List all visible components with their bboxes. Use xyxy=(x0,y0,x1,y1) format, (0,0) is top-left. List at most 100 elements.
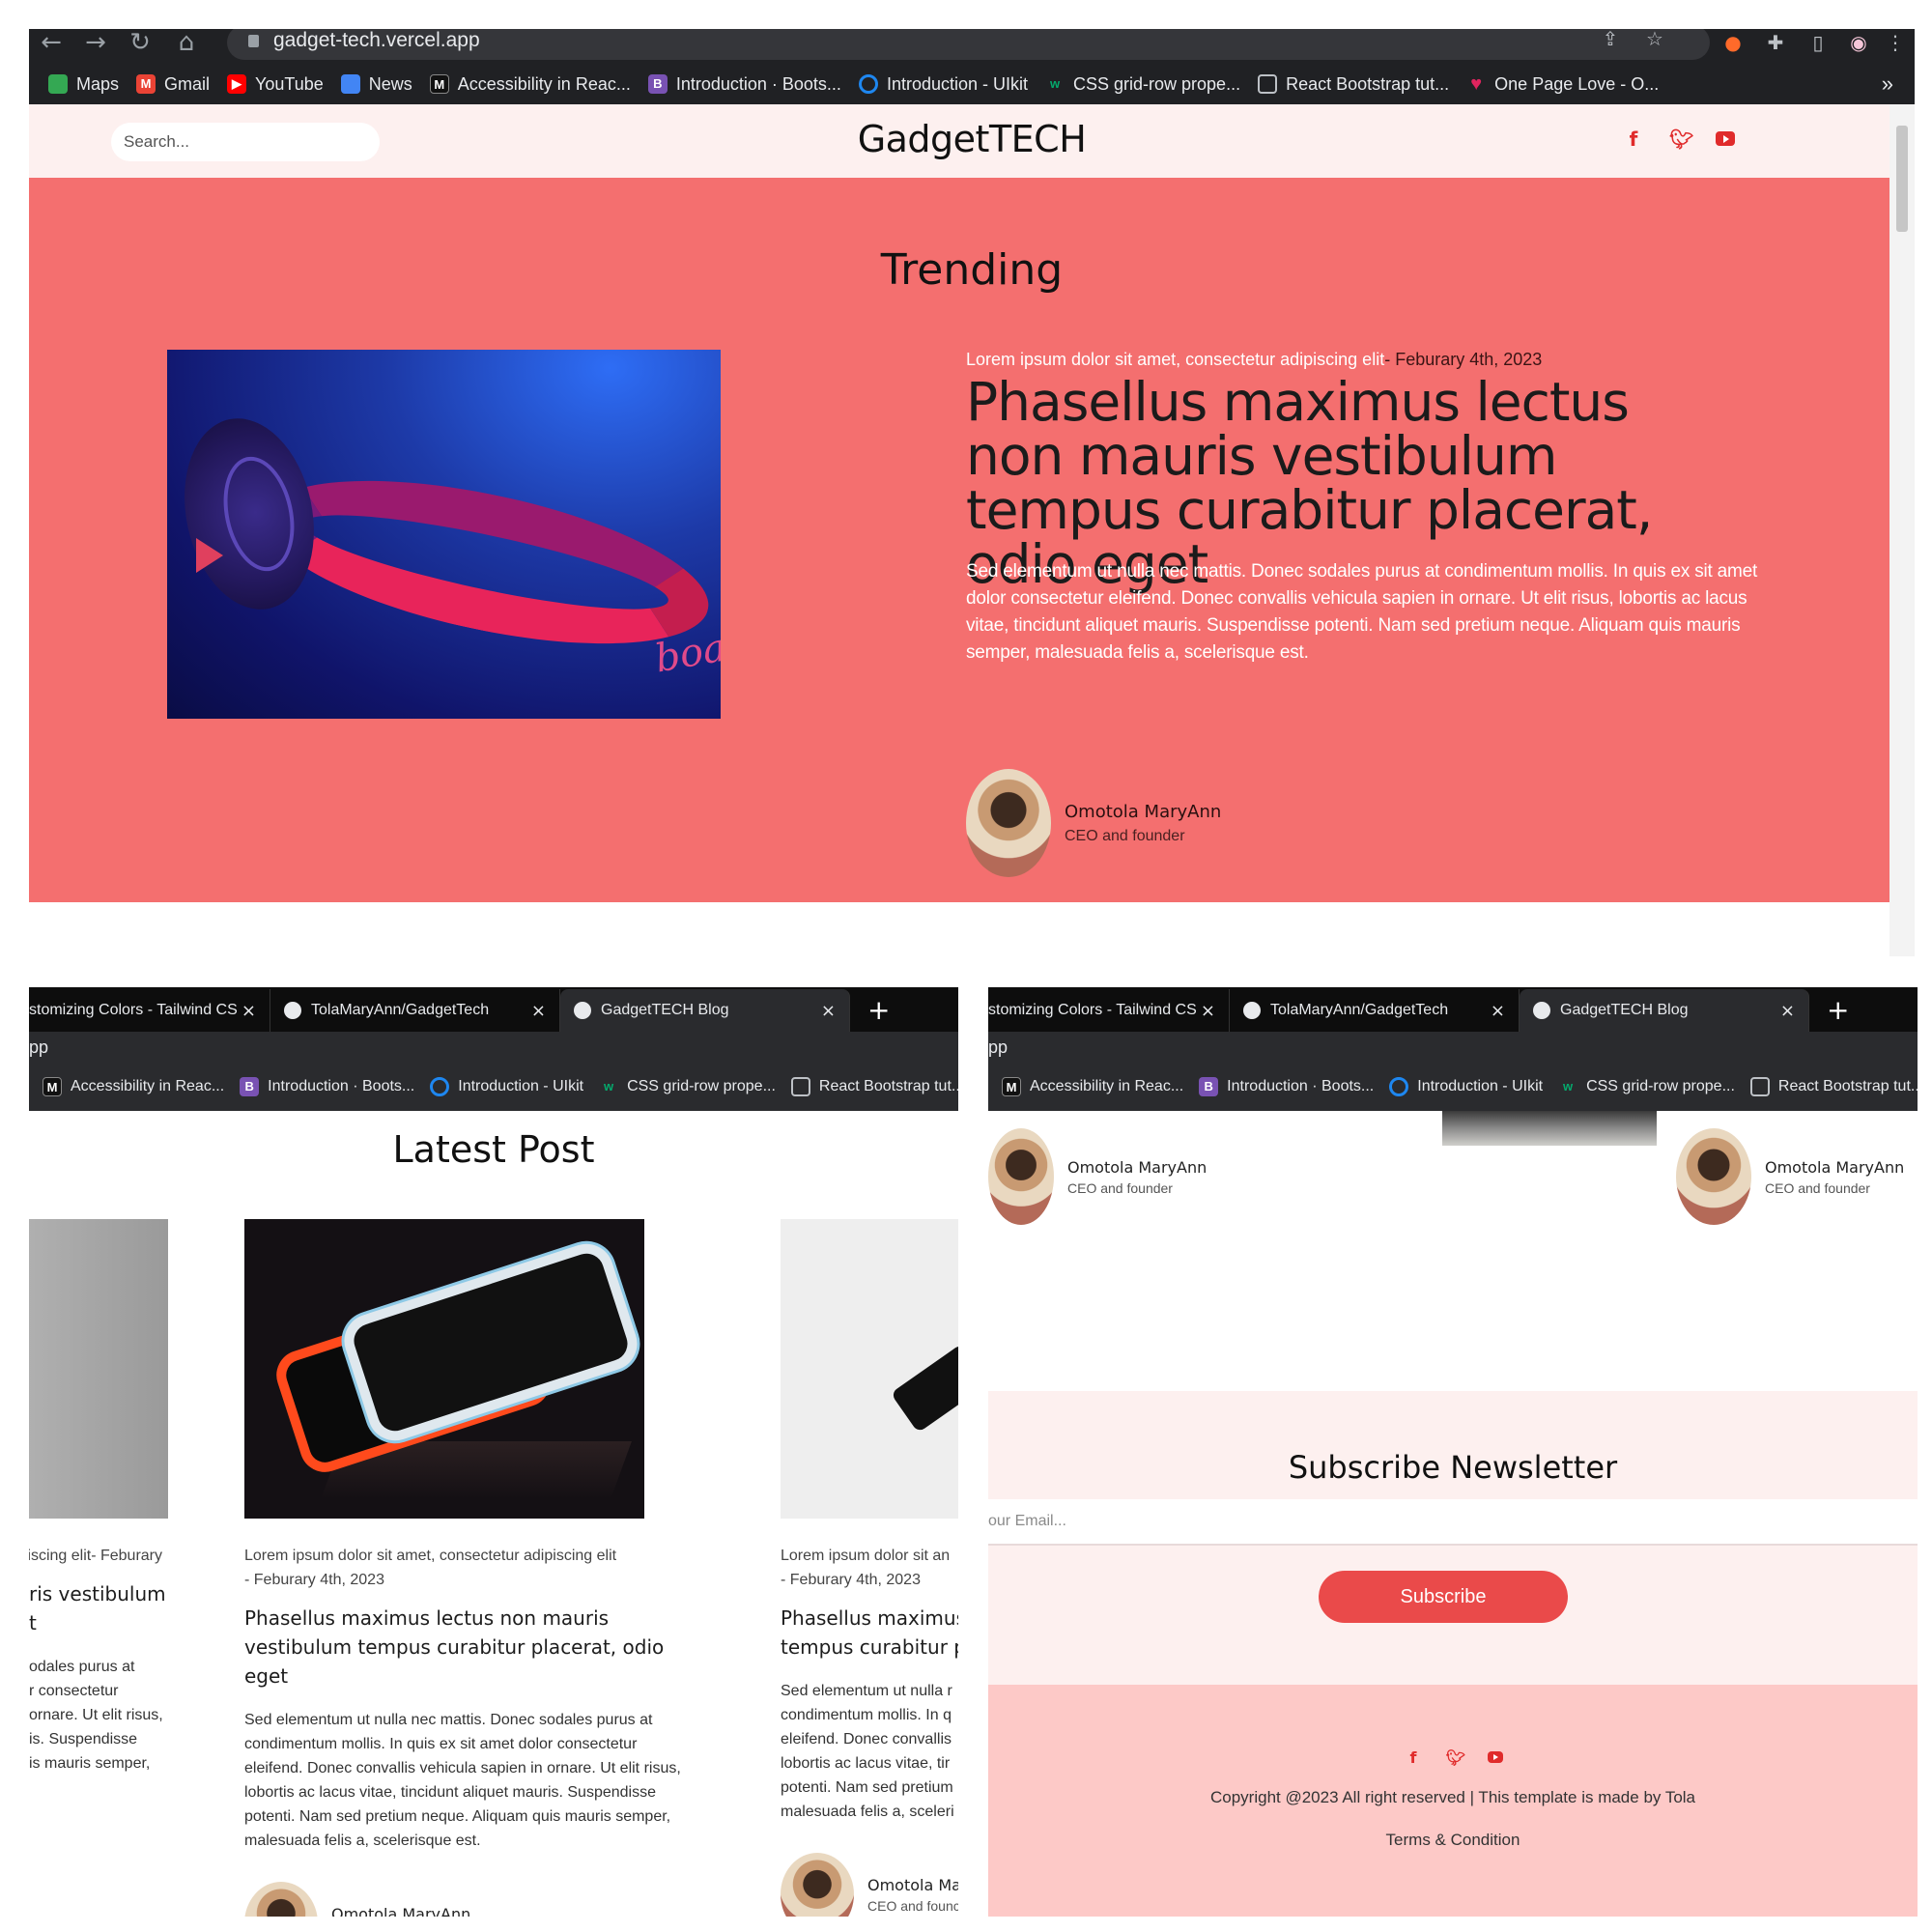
site-header: GadgetTECH f 🐦︎ xyxy=(29,104,1915,178)
bookmark-bootstrap[interactable]: B Introduction · Boots... xyxy=(240,1077,414,1096)
post-title[interactable]: ris vestibulum t xyxy=(29,1579,213,1637)
forward-icon[interactable]: → xyxy=(83,30,108,56)
play-logo-icon xyxy=(196,538,223,573)
extensions-puzzle-icon[interactable]: ✚ xyxy=(1764,31,1787,54)
close-icon[interactable]: × xyxy=(242,1001,256,1021)
address-bar[interactable]: gadget-tech.vercel.app ⇪ ☆ xyxy=(227,29,1710,60)
tab-strip: stomizing Colors - Tailwind CS × TolaMary… xyxy=(29,987,958,1032)
bookmark-accessibility[interactable]: M Accessibility in Reac... xyxy=(43,1077,224,1096)
bookmark-accessibility[interactable]: M Accessibility in Reac... xyxy=(1002,1077,1183,1096)
bookmark-label: One Page Love - O... xyxy=(1494,73,1660,94)
tab-gadgettech-blog[interactable]: GadgetTECH Blog × xyxy=(560,989,850,1032)
close-icon[interactable]: × xyxy=(531,1001,546,1021)
bookmark-news[interactable]: News xyxy=(340,74,412,95)
bookmark-label: Introduction · Boots... xyxy=(268,1078,415,1094)
scrollbar-thumb[interactable] xyxy=(1896,126,1908,232)
bookmark-youtube[interactable]: ▶ YouTube xyxy=(227,74,324,95)
twitter-icon[interactable]: 🐦︎ xyxy=(1669,128,1693,151)
back-icon[interactable]: ← xyxy=(39,30,64,56)
bookmarks-overflow-button[interactable]: » xyxy=(1882,71,1893,97)
terms-link[interactable]: Terms & Condition xyxy=(988,1831,1918,1850)
bookmark-bootstrap[interactable]: B Introduction · Boots... xyxy=(647,74,841,95)
page-icon xyxy=(1749,1077,1770,1096)
bookmark-bootstrap[interactable]: B Introduction · Boots... xyxy=(1199,1077,1374,1096)
menu-kebab-icon[interactable]: ⋮ xyxy=(1884,31,1907,54)
url-row: ← → ↻ ⌂ gadget-tech.vercel.app ⇪ ☆ ● ✚ ▯… xyxy=(29,29,1915,64)
tab-gadgettech-blog[interactable]: GadgetTECH Blog × xyxy=(1520,989,1809,1032)
youtube-icon[interactable] xyxy=(1488,1751,1503,1763)
tab-tailwind[interactable]: stomizing Colors - Tailwind CS × xyxy=(29,989,270,1032)
post-meta: Lorem ipsum dolor sit an - Feburary 4th,… xyxy=(781,1544,958,1592)
post-body: Sed elementum ut nulla r condimentum mol… xyxy=(781,1679,958,1824)
youtube-icon: ▶ xyxy=(227,74,247,94)
bookmark-react-bootstrap[interactable]: React Bootstrap tut... xyxy=(1749,1077,1918,1096)
url-text: gadget-tech.vercel.app xyxy=(273,29,480,51)
subscribe-button[interactable]: Subscribe xyxy=(1319,1571,1568,1623)
post-image-peek[interactable] xyxy=(1442,1111,1657,1146)
close-icon[interactable]: × xyxy=(1491,1001,1505,1021)
post-image-phones[interactable] xyxy=(244,1219,644,1519)
share-icon[interactable]: ⇪ xyxy=(1599,29,1622,50)
page-scrollbar[interactable] xyxy=(1889,104,1915,956)
close-icon[interactable]: × xyxy=(1780,1001,1795,1021)
author-role: CEO and founder xyxy=(1765,1179,1870,1196)
close-icon[interactable]: × xyxy=(1201,1001,1215,1021)
post-card[interactable]: Lorem ipsum dolor sit amet, consectetur … xyxy=(244,1219,689,1917)
bootstrap-icon: B xyxy=(647,74,668,94)
post-title[interactable]: Phasellus maximus tempus curabitur pl xyxy=(781,1604,958,1662)
address-bar-fragment[interactable]: pp xyxy=(29,1032,958,1063)
headphone-band-shape xyxy=(249,448,721,676)
bookmark-one-page-love[interactable]: ♥ One Page Love - O... xyxy=(1466,74,1659,95)
bookmark-css-grid[interactable]: w CSS grid-row prope... xyxy=(1558,1077,1735,1096)
bookmark-react-bootstrap[interactable]: React Bootstrap tut... xyxy=(1258,74,1449,95)
post-title[interactable]: Phasellus maximus lectus non mauris vest… xyxy=(244,1604,689,1690)
tab-github[interactable]: TolaMaryAnn/GadgetTech × xyxy=(270,989,560,1032)
bookmark-label: Accessibility in Reac... xyxy=(1030,1078,1184,1094)
bookmark-maps[interactable]: Maps xyxy=(48,74,119,95)
bookmark-uikit[interactable]: Introduction - UIkit xyxy=(1389,1077,1543,1096)
new-tab-button[interactable]: + xyxy=(850,989,890,1032)
youtube-icon[interactable] xyxy=(1716,131,1735,146)
post-card-left-peek[interactable]: piscing elit- Feburary ris vestibulum t o… xyxy=(29,1219,213,1776)
post-card-right-peek[interactable]: Lorem ipsum dolor sit an - Feburary 4th,… xyxy=(781,1219,958,1917)
profile-avatar-icon[interactable]: ◉ xyxy=(1847,31,1870,54)
new-tab-button[interactable]: + xyxy=(1809,989,1849,1032)
address-bar-fragment[interactable]: pp xyxy=(988,1032,1918,1063)
post-meta-text: Lorem ipsum dolor sit an xyxy=(781,1548,951,1564)
trending-headphones-image[interactable]: boat xyxy=(167,350,721,719)
tab-github[interactable]: TolaMaryAnn/GadgetTech × xyxy=(1230,989,1520,1032)
facebook-icon[interactable]: f xyxy=(1623,128,1644,151)
bookmark-label: React Bootstrap tut... xyxy=(818,1078,958,1094)
twitter-icon[interactable]: 🐦︎ xyxy=(1445,1748,1466,1767)
tab-label: TolaMaryAnn/GadgetTech xyxy=(1270,1002,1449,1018)
trending-author: Omotola MaryAnn CEO and founder xyxy=(966,769,1221,877)
uikit-icon xyxy=(430,1077,450,1096)
bookmark-uikit[interactable]: Introduction - UIkit xyxy=(858,74,1028,95)
post-image[interactable] xyxy=(781,1219,958,1519)
author-name: Omotola MaryAnn xyxy=(331,1904,471,1918)
reload-icon[interactable]: ↻ xyxy=(128,30,153,56)
bookmark-uikit[interactable]: Introduction - UIkit xyxy=(430,1077,583,1096)
bookmark-css-grid[interactable]: w CSS grid-row prope... xyxy=(599,1077,776,1096)
bookmark-css-grid[interactable]: w CSS grid-row prope... xyxy=(1045,74,1240,95)
post-image[interactable] xyxy=(29,1219,168,1519)
home-icon[interactable]: ⌂ xyxy=(174,30,199,56)
avatar xyxy=(244,1882,318,1917)
close-icon[interactable]: × xyxy=(821,1001,836,1021)
github-icon xyxy=(1243,1002,1261,1019)
vercel-icon xyxy=(1533,1002,1550,1019)
facebook-icon[interactable]: f xyxy=(1403,1748,1424,1767)
author-name: Omotola MaryAnn xyxy=(1765,1157,1905,1177)
bookmark-gmail[interactable]: M Gmail xyxy=(136,74,210,95)
lock-icon xyxy=(248,35,259,47)
email-field[interactable] xyxy=(988,1499,1918,1546)
bookmark-react-bootstrap[interactable]: React Bootstrap tut... xyxy=(790,1077,958,1096)
bookmark-accessibility[interactable]: M Accessibility in Reac... xyxy=(429,74,631,95)
post-author: Omotola MaryAnn CEO and founder xyxy=(244,1882,689,1917)
post-body: odales purus at r consectetur ornare. Ut… xyxy=(29,1655,213,1776)
side-panel-icon[interactable]: ▯ xyxy=(1806,31,1830,54)
site-footer: f 🐦︎ Copyright @2023 All right reserved … xyxy=(988,1685,1918,1917)
bookmark-star-icon[interactable]: ☆ xyxy=(1643,29,1666,50)
extension-orange-icon[interactable]: ● xyxy=(1721,31,1745,54)
tab-tailwind[interactable]: stomizing Colors - Tailwind CS × xyxy=(988,989,1230,1032)
